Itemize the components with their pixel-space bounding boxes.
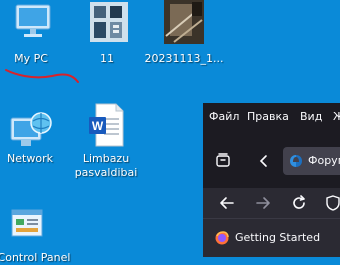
tab-title: Форум bbox=[308, 154, 340, 167]
menu-view[interactable]: Вид bbox=[300, 110, 322, 123]
folder-11-icon[interactable] bbox=[88, 0, 130, 44]
menu-bar: Файл Правка Вид Ж bbox=[203, 103, 340, 130]
browser-window[interactable]: Файл Правка Вид Ж Форум bbox=[203, 103, 340, 257]
tab-bar: Форум bbox=[203, 130, 340, 188]
tab-overview-icon[interactable] bbox=[215, 152, 231, 168]
menu-extra[interactable]: Ж bbox=[333, 110, 340, 123]
folder-thumbnail-icon bbox=[90, 2, 128, 42]
forum-favicon-icon bbox=[290, 155, 302, 167]
my-pc-icon[interactable] bbox=[12, 1, 54, 41]
word-document-label: Limbazu pasvaldibai bbox=[74, 152, 138, 179]
photo-file-icon[interactable] bbox=[164, 0, 204, 44]
monitor-icon bbox=[15, 4, 51, 37]
scroll-tabs-left-icon[interactable] bbox=[258, 154, 270, 168]
shield-icon[interactable] bbox=[325, 195, 340, 211]
word-document-icon[interactable]: W bbox=[88, 103, 124, 147]
back-arrow-icon[interactable] bbox=[219, 195, 235, 211]
svg-text:W: W bbox=[92, 119, 104, 133]
image-thumbnail-icon bbox=[164, 0, 204, 44]
globe-monitor-icon bbox=[10, 112, 52, 146]
network-label: Network bbox=[7, 152, 53, 165]
firefox-favicon-icon bbox=[215, 231, 229, 245]
reload-icon[interactable] bbox=[291, 195, 307, 211]
menu-file[interactable]: Файл bbox=[209, 110, 239, 123]
folder-11-label: 11 bbox=[100, 52, 114, 65]
tab-forum[interactable]: Форум bbox=[283, 147, 340, 175]
control-panel-icon[interactable] bbox=[10, 208, 50, 244]
control-panel-window-icon bbox=[11, 209, 43, 237]
word-doc-icon: W bbox=[89, 103, 124, 147]
forward-arrow-icon[interactable] bbox=[255, 195, 271, 211]
bookmarks-toolbar: Getting Started bbox=[203, 218, 340, 257]
photo-file-label: 20231113_1... bbox=[144, 52, 224, 65]
bookmark-label: Getting Started bbox=[235, 231, 321, 244]
navigation-bar bbox=[203, 188, 340, 218]
red-scribble-annotation bbox=[5, 69, 79, 83]
network-icon[interactable] bbox=[10, 110, 52, 150]
control-panel-label: Control Panel bbox=[0, 251, 71, 264]
menu-edit[interactable]: Правка bbox=[247, 110, 289, 123]
